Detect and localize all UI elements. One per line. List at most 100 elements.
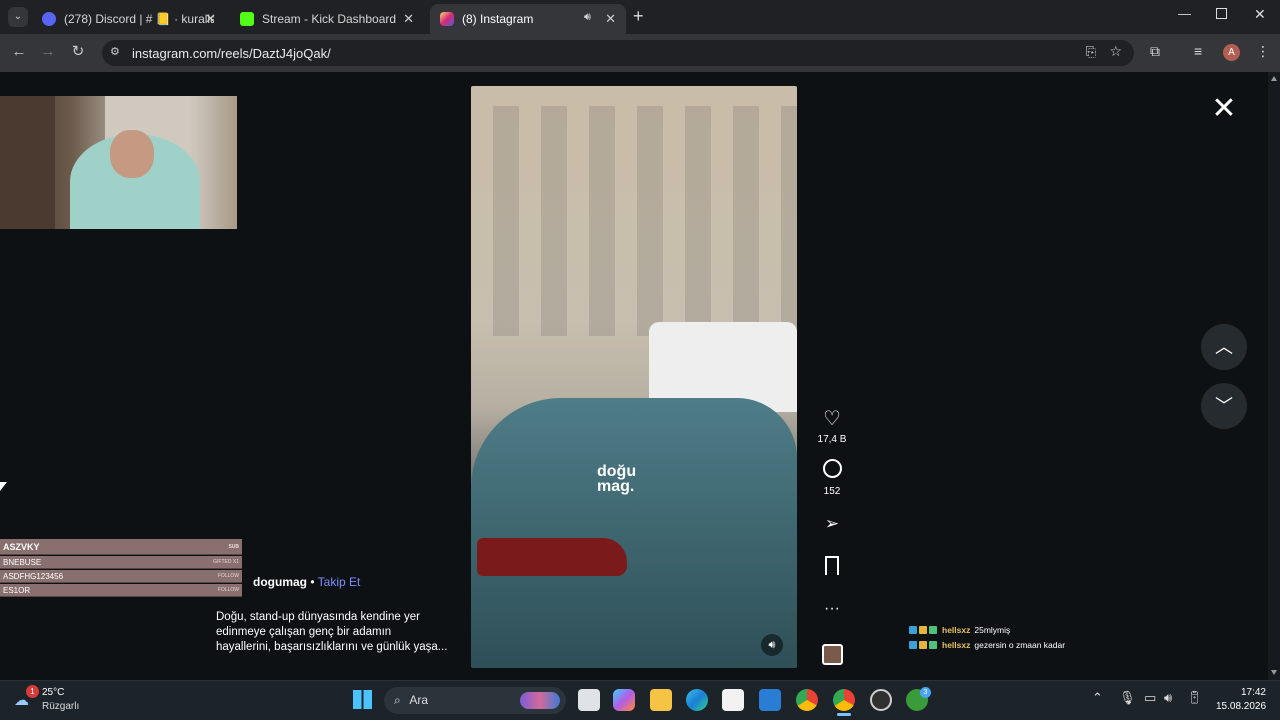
close-tab-icon[interactable]: ✕ (205, 11, 216, 27)
comment-count: 152 (823, 486, 841, 497)
weather-desc: Rüzgarlı (42, 701, 80, 712)
author-name[interactable]: dogumag (253, 575, 307, 589)
page-scrollbar[interactable] (1268, 72, 1280, 680)
bookmark-icon[interactable] (825, 556, 839, 575)
clock-time: 17:42 (1240, 687, 1266, 698)
audio-thumbnail[interactable] (822, 644, 843, 665)
tab-kick-dashboard[interactable]: Stream - Kick Dashboard ✕ (230, 4, 424, 34)
chat-badge-icon (919, 641, 927, 649)
scroll-up-arrow[interactable] (1271, 76, 1277, 81)
close-tab-icon[interactable]: ✕ (403, 11, 414, 27)
more-dots-icon[interactable]: ··· (824, 600, 840, 617)
tab-title: (8) Instagram (462, 12, 534, 26)
stream-event-row: ASZVKY SUB (0, 539, 242, 555)
close-window-button[interactable]: ✕ (1254, 6, 1266, 23)
file-explorer-icon[interactable] (650, 689, 672, 711)
chat-username: hellsxz (942, 640, 971, 650)
building-windows (471, 106, 797, 336)
speaker-icon[interactable]: 🔊︎ (584, 11, 591, 24)
outlook-icon[interactable] (759, 689, 781, 711)
clock[interactable]: 17:42 15.08.2026 (1216, 686, 1266, 714)
media-control-icon[interactable]: ≡ (1194, 43, 1202, 59)
chat-line: hellsxz 25mlymiş (909, 625, 1010, 635)
back-button[interactable]: ← (9, 42, 29, 62)
weather-widget[interactable]: ☁︎ 1 25°C Rüzgarlı (14, 685, 104, 717)
close-reel-button[interactable]: ✕ (1210, 94, 1238, 124)
mouse-cursor (0, 482, 7, 491)
mute-toggle-icon[interactable]: 🔊︎ (761, 634, 783, 656)
search-icon: ⌕ (394, 693, 401, 707)
reload-button[interactable]: ↻ (68, 42, 88, 62)
reel-caption[interactable]: Doğu, stand-up dünyasında kendine yer ed… (216, 610, 466, 655)
extensions-icon[interactable]: ⧉ (1150, 43, 1160, 60)
xbox-badge: 3 (920, 687, 931, 698)
url-text: instagram.com/reels/DaztJ4joQak/ (132, 45, 331, 61)
event-name: ASZVKY (3, 542, 40, 552)
caption-line: hayallerini, başarısızlıklarını ve günlü… (216, 641, 448, 653)
separator-dot: • (310, 575, 318, 589)
stream-event-row: ES1OR FOLLOW (0, 584, 242, 597)
comment-bubble-icon[interactable] (822, 459, 842, 478)
chat-line: hellsxz gezersin o zmaan kadar (909, 640, 1065, 650)
caption-line: Doğu, stand-up dünyasında kendine yer (216, 611, 420, 623)
address-bar[interactable]: ⚙︎ instagram.com/reels/DaztJ4joQak/ ⎘ ☆ (102, 40, 1134, 66)
tray-chevron-icon[interactable]: ⌃ (1092, 690, 1103, 706)
chat-badge-icon (929, 641, 937, 649)
copilot-icon[interactable] (613, 689, 635, 711)
comment-action[interactable]: 152 (812, 459, 852, 497)
tab-search-button[interactable]: ⌄ (8, 7, 28, 27)
new-tab-button[interactable]: + (633, 7, 644, 25)
follow-link[interactable]: Takip Et (318, 575, 361, 589)
event-name: BNEBUSE (3, 558, 42, 567)
heart-icon[interactable]: ♡ (823, 408, 841, 430)
bookmark-star-icon[interactable]: ☆ (1109, 43, 1122, 60)
forward-button[interactable]: → (38, 42, 58, 62)
start-windows-icon[interactable] (353, 690, 372, 709)
minimize-button[interactable]: — (1178, 6, 1191, 21)
task-view-icon[interactable] (578, 689, 600, 711)
microphone-icon[interactable]: 🎙︎ (1119, 690, 1136, 706)
more-options[interactable]: ··· (812, 600, 852, 618)
event-name: ES1OR (3, 586, 31, 595)
chat-badge-icon (929, 626, 937, 634)
profile-avatar[interactable]: A (1223, 44, 1240, 61)
obs-icon[interactable] (870, 689, 892, 711)
reel-video[interactable]: doğu mag. 🔊︎ (471, 86, 797, 668)
taskbar-search[interactable]: ⌕ Ara (384, 687, 566, 714)
stream-event-row: BNEBUSE GIFTED X1 (0, 556, 242, 569)
volume-icon[interactable]: 🔊︎ (1164, 690, 1172, 706)
chat-message: 25mlymiş (974, 625, 1011, 635)
battery-icon[interactable]: 🔋︎ (1186, 690, 1203, 706)
like-action[interactable]: ♡ 17,4 B (812, 406, 852, 445)
store-icon[interactable] (722, 689, 744, 711)
chrome-active-icon[interactable] (833, 689, 855, 711)
previous-reel-button[interactable]: ︿ (1201, 324, 1247, 370)
weather-badge: 1 (26, 685, 39, 698)
active-app-indicator (837, 713, 851, 716)
menu-kebab-icon[interactable]: ⋮ (1256, 43, 1270, 60)
instagram-icon (440, 12, 454, 26)
tab-title: (278) Discord | # 📒 · kurallar (64, 12, 214, 26)
maximize-button[interactable] (1216, 8, 1227, 19)
install-app-icon[interactable]: ⎘ (1086, 44, 1096, 60)
search-highlight-icon (520, 692, 560, 709)
head-silhouette (110, 130, 154, 178)
site-info-icon[interactable]: ⚙︎ (110, 45, 120, 58)
send-icon[interactable]: ➢ (825, 514, 839, 533)
tab-discord[interactable]: (278) Discord | # 📒 · kurallar ✕ (32, 4, 226, 34)
chat-username: hellsxz (942, 625, 971, 635)
edge-icon[interactable] (686, 689, 708, 711)
like-count: 17,4 B (817, 434, 847, 445)
event-tag: FOLLOW (217, 573, 239, 579)
close-tab-icon[interactable]: ✕ (605, 11, 616, 27)
chrome-icon[interactable] (796, 689, 818, 711)
save-action[interactable] (812, 556, 852, 580)
car-taillight (477, 538, 627, 576)
scroll-down-arrow[interactable] (1271, 670, 1277, 675)
network-icon[interactable]: ▭ (1144, 690, 1156, 706)
next-reel-button[interactable]: ﹀ (1201, 383, 1247, 429)
windows-taskbar (0, 680, 1280, 720)
share-action[interactable]: ➢ (812, 514, 852, 534)
tab-instagram[interactable]: (8) Instagram 🔊︎ ✕ (430, 4, 626, 34)
discord-icon (42, 12, 56, 26)
